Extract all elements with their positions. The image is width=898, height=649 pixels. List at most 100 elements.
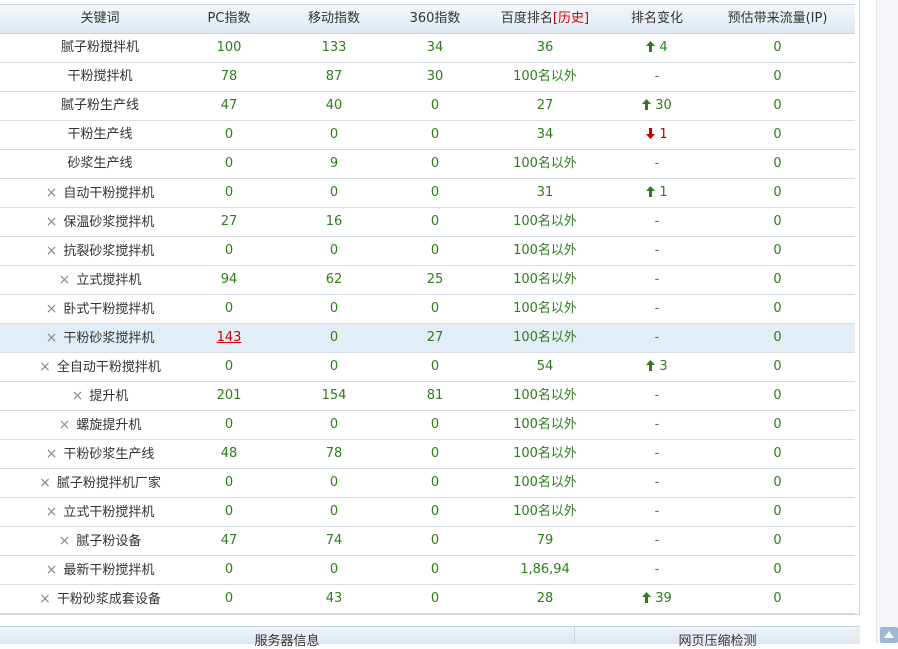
table-row: × 螺旋提升机 0 0 0 100名以外 - 0 [0,411,855,440]
baidu-rank-value: 100名以外 [513,156,577,171]
table-body: 腻子粉搅拌机 100 133 34 36 4 0 干粉搅拌机 78 87 30 100名以外 -0 腻子粉… [0,34,855,614]
mobile-index-value: 78 [325,446,343,461]
est-traffic-value: 0 [773,127,782,142]
index-360-value: 34 [426,40,444,55]
keyword-text: 抗裂砂浆搅拌机 [63,244,155,259]
index-360-value: 30 [426,69,444,84]
table-row: × 抗裂砂浆搅拌机 0 0 0 100名以外 - 0 [0,237,855,266]
keyword-text: 腻子粉生产线 [60,98,139,113]
col-rank-change: 排名变化 [630,11,683,26]
baidu-rank-value: 100名以外 [513,243,577,258]
baidu-rank-value: 100名以外 [513,301,577,316]
remove-icon[interactable]: × [59,417,71,433]
page-scrollbar[interactable] [876,0,898,643]
keyword-text: 立式搅拌机 [76,273,142,288]
mobile-index-value: 133 [321,40,347,55]
est-traffic-value: 0 [773,156,782,171]
remove-icon[interactable]: × [39,359,51,375]
rank-change-value: 39 [655,591,672,606]
pc-index-value[interactable]: 143 [186,324,272,352]
rank-change: 39 [610,585,704,613]
est-traffic-value: 0 [773,330,782,345]
table-header: 关键词 PC指数 移动指数 360指数 百度排名[历史] 排名变化 预估带来流量… [0,4,855,34]
rank-change: 3 [610,353,704,381]
est-traffic-value: 0 [773,504,782,519]
arrow-down-icon [646,128,656,139]
history-link[interactable]: [历史] [553,11,589,26]
pc-index-value: 78 [220,69,238,84]
remove-icon[interactable]: × [46,446,58,462]
table-row: × 干粉砂浆生产线 48 78 0 100名以外 - 0 [0,440,855,469]
footer-bar: 服务器信息 网页压缩检测 [0,626,860,649]
rank-change: - [654,330,660,345]
arrow-up-icon [646,186,656,197]
pc-index-value: 48 [220,446,238,461]
remove-icon[interactable]: × [39,475,51,491]
rank-change: 4 [610,34,704,62]
mobile-index-value: 154 [321,388,347,403]
keyword-cell: × 干粉砂浆搅拌机 [0,324,200,352]
keyword-text: 腻子粉设备 [76,534,142,549]
remove-icon[interactable]: × [46,504,58,520]
keyword-cell: × 最新干粉搅拌机 [0,556,200,584]
rank-change: - [654,156,660,171]
compression-check-tab[interactable]: 网页压缩检测 [575,630,860,649]
index-360-value: 0 [430,185,440,200]
index-360-value: 0 [430,562,440,577]
table-row: 干粉搅拌机 78 87 30 100名以外 - 0 [0,63,855,92]
table-row: 砂浆生产线 0 9 0 100名以外 - 0 [0,150,855,179]
est-traffic-value: 0 [773,446,782,461]
est-traffic-value: 0 [773,185,782,200]
keyword-cell: 砂浆生产线 [0,150,200,178]
rank-change: - [654,272,660,287]
server-info-tab[interactable]: 服务器信息 [0,630,574,649]
remove-icon[interactable]: × [46,214,58,230]
keyword-text: 腻子粉搅拌机 [60,40,139,55]
remove-icon[interactable]: × [59,272,71,288]
keyword-cell: × 立式干粉搅拌机 [0,498,200,526]
rank-change: - [654,562,660,577]
mobile-index-value: 0 [329,417,339,432]
baidu-rank-value: 28 [536,591,554,606]
mobile-index-value: 0 [329,330,339,345]
baidu-rank-value: 54 [536,359,554,374]
remove-icon[interactable]: × [46,562,58,578]
index-360-value: 0 [430,475,440,490]
keyword-text: 保温砂浆搅拌机 [63,215,155,230]
baidu-rank-value: 31 [536,185,554,200]
table-row: × 自动干粉搅拌机 0 0 0 31 1 0 [0,179,855,208]
index-360-value: 0 [430,446,440,461]
keyword-text: 卧式干粉搅拌机 [63,302,155,317]
baidu-rank-value: 100名以外 [513,330,577,345]
est-traffic-value: 0 [773,98,782,113]
pc-index-value: 0 [224,504,234,519]
remove-icon[interactable]: × [39,591,51,607]
est-traffic-value: 0 [773,214,782,229]
remove-icon[interactable]: × [59,533,71,549]
table-row: × 立式搅拌机 94 62 25 100名以外 - 0 [0,266,855,295]
pc-index-value: 0 [224,591,234,606]
keyword-cell: 腻子粉搅拌机 [0,34,200,62]
mobile-index-value: 16 [325,214,343,229]
col-est-traffic: 预估带来流量(IP) [727,11,828,26]
scroll-top-button[interactable] [880,627,898,643]
table-row: 腻子粉生产线 47 40 0 27 30 0 [0,92,855,121]
keyword-cell: 干粉搅拌机 [0,63,200,91]
rank-change: - [654,417,660,432]
remove-icon[interactable]: × [46,330,58,346]
mobile-index-value: 0 [329,359,339,374]
keyword-cell: × 干粉砂浆成套设备 [0,585,200,613]
remove-icon[interactable]: × [46,301,58,317]
remove-icon[interactable]: × [46,185,58,201]
table-row: × 全自动干粉搅拌机 0 0 0 54 3 0 [0,353,855,382]
pc-index-value: 0 [224,243,234,258]
index-360-value: 27 [426,330,444,345]
remove-icon[interactable]: × [46,243,58,259]
baidu-rank-value: 100名以外 [513,504,577,519]
keyword-cell: × 全自动干粉搅拌机 [0,353,200,381]
baidu-rank-label: 百度排名 [500,11,553,26]
mobile-index-value: 87 [325,69,343,84]
keyword-cell: × 立式搅拌机 [0,266,200,294]
remove-icon[interactable]: × [72,388,84,404]
baidu-rank-value: 27 [536,98,554,113]
